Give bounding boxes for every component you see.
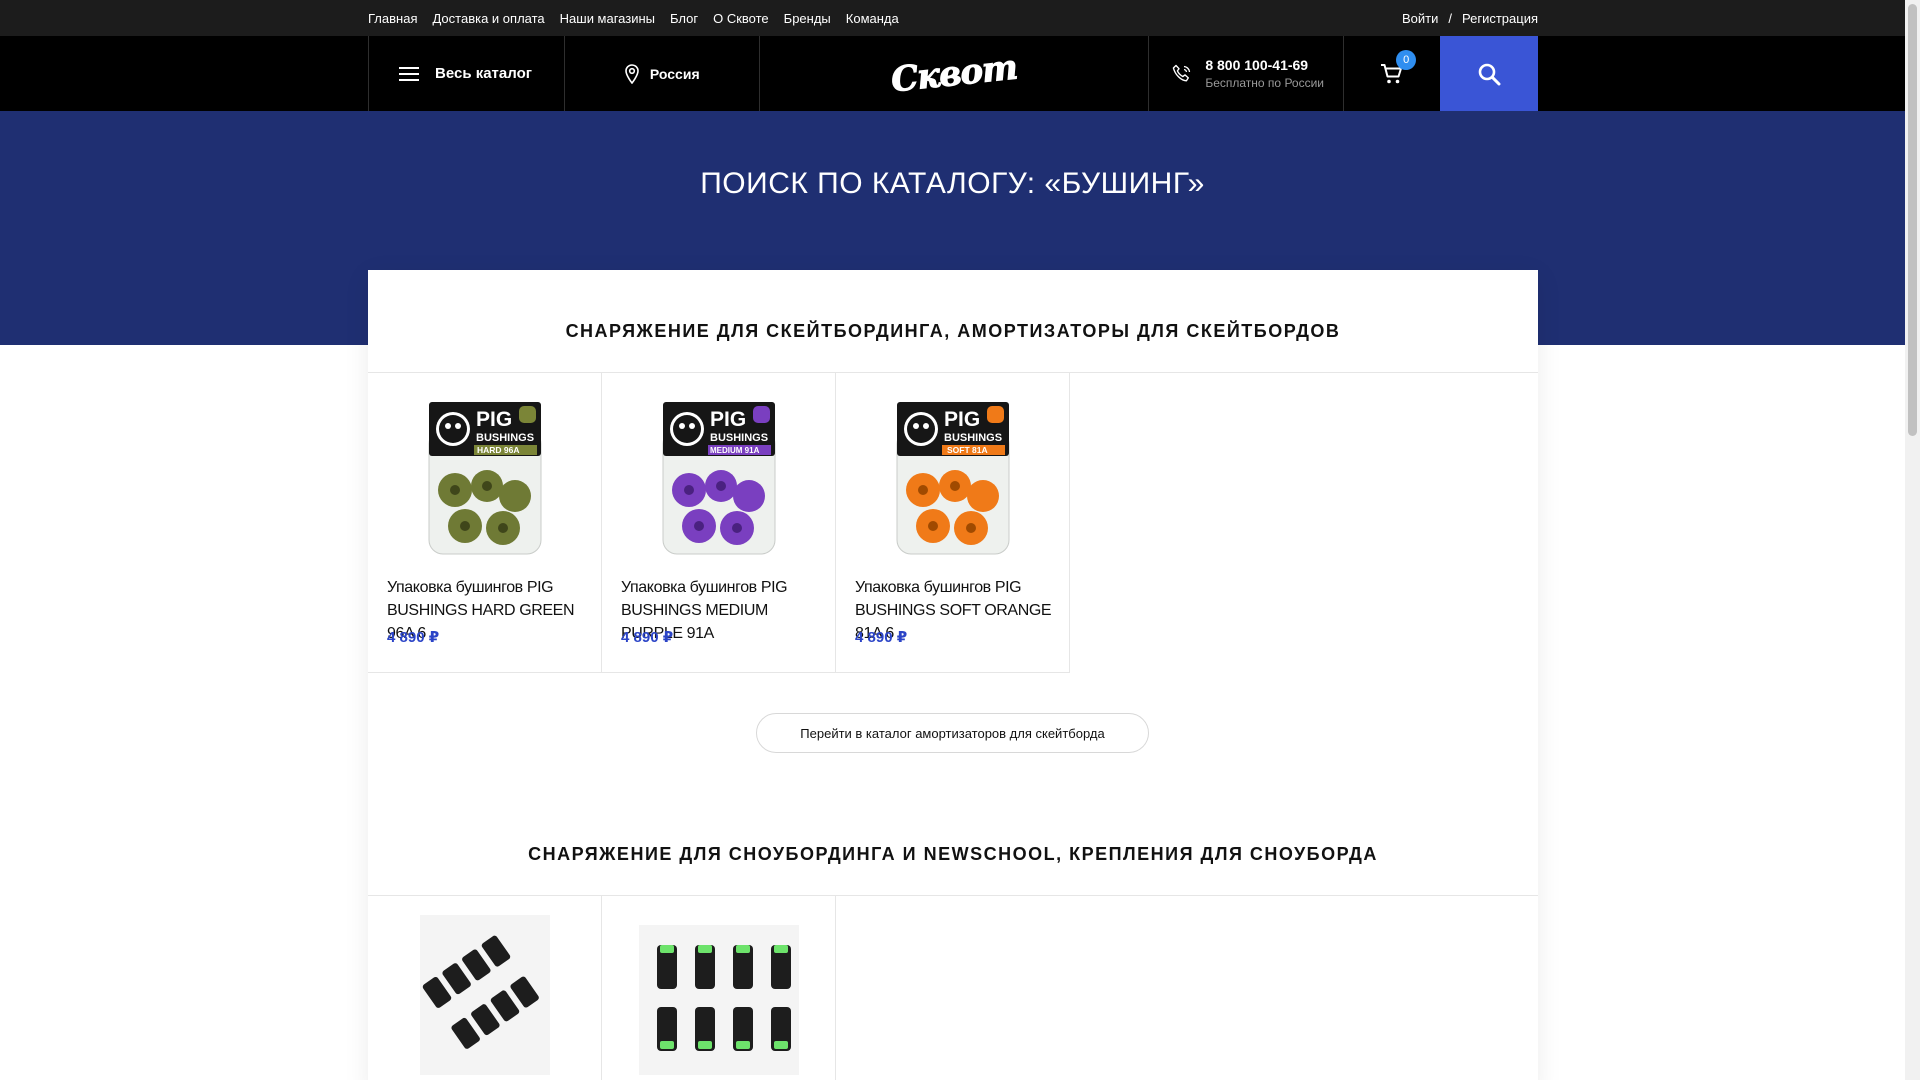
auth-separator: / [1448,10,1452,26]
location-pin-icon [625,63,639,84]
product-card[interactable] [602,895,836,1080]
pack-grade: SOFT 81A [947,445,988,455]
site-logo[interactable]: Сквот [758,36,1149,111]
cart-button[interactable]: 0 [1343,36,1440,111]
top-nav-team[interactable]: Команда [846,11,899,26]
product-image [419,915,550,1075]
pack-grade: MEDIUM 91A [710,446,760,455]
top-nav-delivery[interactable]: Доставка и оплата [432,11,544,26]
top-nav-blog[interactable]: Блог [670,11,698,26]
cart-count-badge: 0 [1396,50,1417,70]
search-results-title: ПОИСК ПО КАТАЛОГУ: «БУШИНГ» [700,167,1205,200]
top-nav-brands[interactable]: Бренды [784,11,831,26]
pack-line: BUSHINGS [476,432,534,444]
auth-links: Войти / Регистрация [1402,11,1538,26]
search-button[interactable] [1440,36,1538,111]
region-label: Россия [649,65,700,82]
top-nav-about[interactable]: О Сквоте [713,11,769,26]
pack-brand: PIG [944,408,980,431]
product-image: PIG BUSHINGS HARD 96A [428,402,541,555]
product-card[interactable]: PIG BUSHINGS SOFT 81A Упаковка бушингов … [836,372,1070,673]
menu-icon [399,66,419,81]
phone-note: Бесплатно по России [1205,76,1324,90]
search-icon [1478,63,1501,85]
main-header: Весь каталог Россия Сквот 8 800 100-41-6… [0,36,1905,111]
top-nav-stores[interactable]: Наши магазины [560,11,655,26]
phone-block[interactable]: 8 800 100-41-69 Бесплатно по России [1148,36,1343,111]
phone-number[interactable]: 8 800 100-41-69 [1205,57,1324,73]
register-link[interactable]: Регистрация [1462,11,1538,26]
section-title-snowboarding: СНАРЯЖЕНИЕ ДЛЯ СНОУБОРДИНГА И NEWSCHOOL,… [528,844,1378,864]
product-card[interactable]: PIG BUSHINGS MEDIUM 91A Упаковка бушинго… [602,372,836,673]
catalog-label: Весь каталог [435,65,532,82]
section-title-skateboarding: СНАРЯЖЕНИЕ ДЛЯ СКЕЙТБОРДИНГА, АМОРТИЗАТО… [565,321,1341,341]
pack-line: BUSHINGS [944,432,1002,444]
product-card[interactable]: PIG BUSHINGS HARD 96A Упаковка бушингов … [368,372,602,673]
top-nav-home[interactable]: Главная [368,11,417,26]
product-price: 4 890 ₽ [387,629,440,646]
pack-brand: PIG [710,408,746,431]
logo-wordmark: Сквот [889,47,1020,101]
login-link[interactable]: Войти [1402,11,1438,26]
phone-icon [1173,64,1191,81]
pack-line: BUSHINGS [710,432,768,444]
product-image [638,925,799,1075]
scrollbar-thumb[interactable] [1908,4,1917,436]
product-card[interactable] [368,895,602,1080]
product-image: PIG BUSHINGS SOFT 81A [896,402,1009,555]
catalog-menu-button[interactable]: Весь каталог [368,36,564,111]
top-bar: Главная Доставка и оплата Наши магазины … [0,0,1905,36]
pack-brand: PIG [476,408,512,431]
region-selector[interactable]: Россия [563,36,759,111]
top-nav: Главная Доставка и оплата Наши магазины … [368,11,899,26]
go-to-catalog-button[interactable]: Перейти в каталог амортизаторов для скей… [756,713,1149,753]
page-scrollbar[interactable] [1905,0,1920,1080]
phone-text: 8 800 100-41-69 Бесплатно по России [1205,57,1324,90]
product-price: 4 890 ₽ [621,629,674,646]
product-price: 4 890 ₽ [855,629,908,646]
search-results-card: СНАРЯЖЕНИЕ ДЛЯ СКЕЙТБОРДИНГА, АМОРТИЗАТО… [368,270,1538,1080]
pack-grade: HARD 96A [477,445,520,455]
product-image: PIG BUSHINGS MEDIUM 91A [662,402,775,555]
